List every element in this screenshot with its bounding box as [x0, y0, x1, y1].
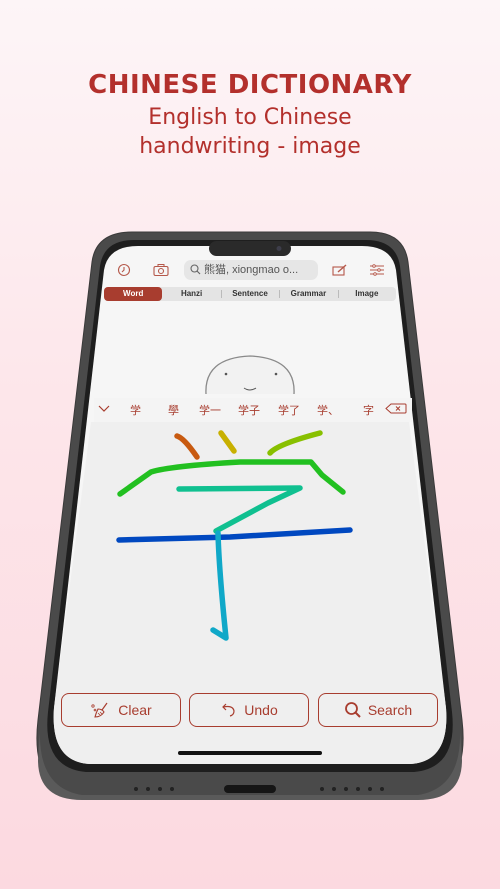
- tab-sentence[interactable]: Sentence: [220, 287, 279, 301]
- handwriting-stroke: [218, 430, 237, 454]
- handwriting-stroke: [210, 530, 229, 641]
- handwriting-stroke: [267, 430, 323, 456]
- candidate-bar: 学 學 学一 学子 学了 学、 字: [90, 398, 415, 420]
- candidate-item[interactable]: 学一: [199, 402, 221, 418]
- search-placeholder: 熊猫, xiongmao o...: [204, 264, 299, 276]
- undo-button-label: Undo: [244, 702, 278, 718]
- tab-grammar[interactable]: Grammar: [279, 287, 337, 301]
- candidate-item[interactable]: 学了: [278, 402, 300, 418]
- search-icon: [344, 702, 361, 718]
- tab-image[interactable]: Image: [337, 287, 396, 301]
- clear-button-label: Clear: [118, 702, 152, 718]
- chevron-down-icon[interactable]: [98, 405, 110, 413]
- handwriting-canvas[interactable]: [100, 420, 380, 650]
- history-icon[interactable]: [115, 263, 133, 277]
- undo-icon: [222, 703, 235, 717]
- candidate-item[interactable]: 学、: [317, 402, 339, 418]
- broom-icon: [91, 702, 108, 718]
- undo-button[interactable]: Undo: [189, 693, 309, 727]
- settings-sliders-icon[interactable]: [368, 263, 386, 277]
- candidate-item[interactable]: 学: [130, 402, 141, 418]
- handwriting-stroke: [174, 433, 200, 460]
- camera-icon[interactable]: [152, 263, 170, 277]
- search-mode-tabs: Word Hanzi Sentence Grammar Image: [104, 287, 396, 301]
- candidate-item[interactable]: 學: [168, 402, 179, 418]
- home-indicator: [178, 751, 322, 755]
- handwriting-stroke: [116, 527, 353, 543]
- tab-word[interactable]: Word: [104, 287, 163, 301]
- candidate-item[interactable]: 字: [363, 402, 374, 418]
- handwriting-icon[interactable]: [331, 263, 349, 277]
- search-input[interactable]: 熊猫, xiongmao o...: [184, 260, 318, 280]
- search-icon: [190, 264, 201, 275]
- clear-button[interactable]: Clear: [61, 693, 181, 727]
- handwriting-stroke: [176, 485, 303, 534]
- candidate-item[interactable]: 学子: [238, 402, 260, 418]
- backspace-icon[interactable]: [385, 403, 407, 414]
- usb-port: [224, 785, 276, 793]
- search-button-label: Search: [367, 702, 413, 718]
- search-button[interactable]: Search: [318, 693, 438, 727]
- tab-hanzi[interactable]: Hanzi: [162, 287, 220, 301]
